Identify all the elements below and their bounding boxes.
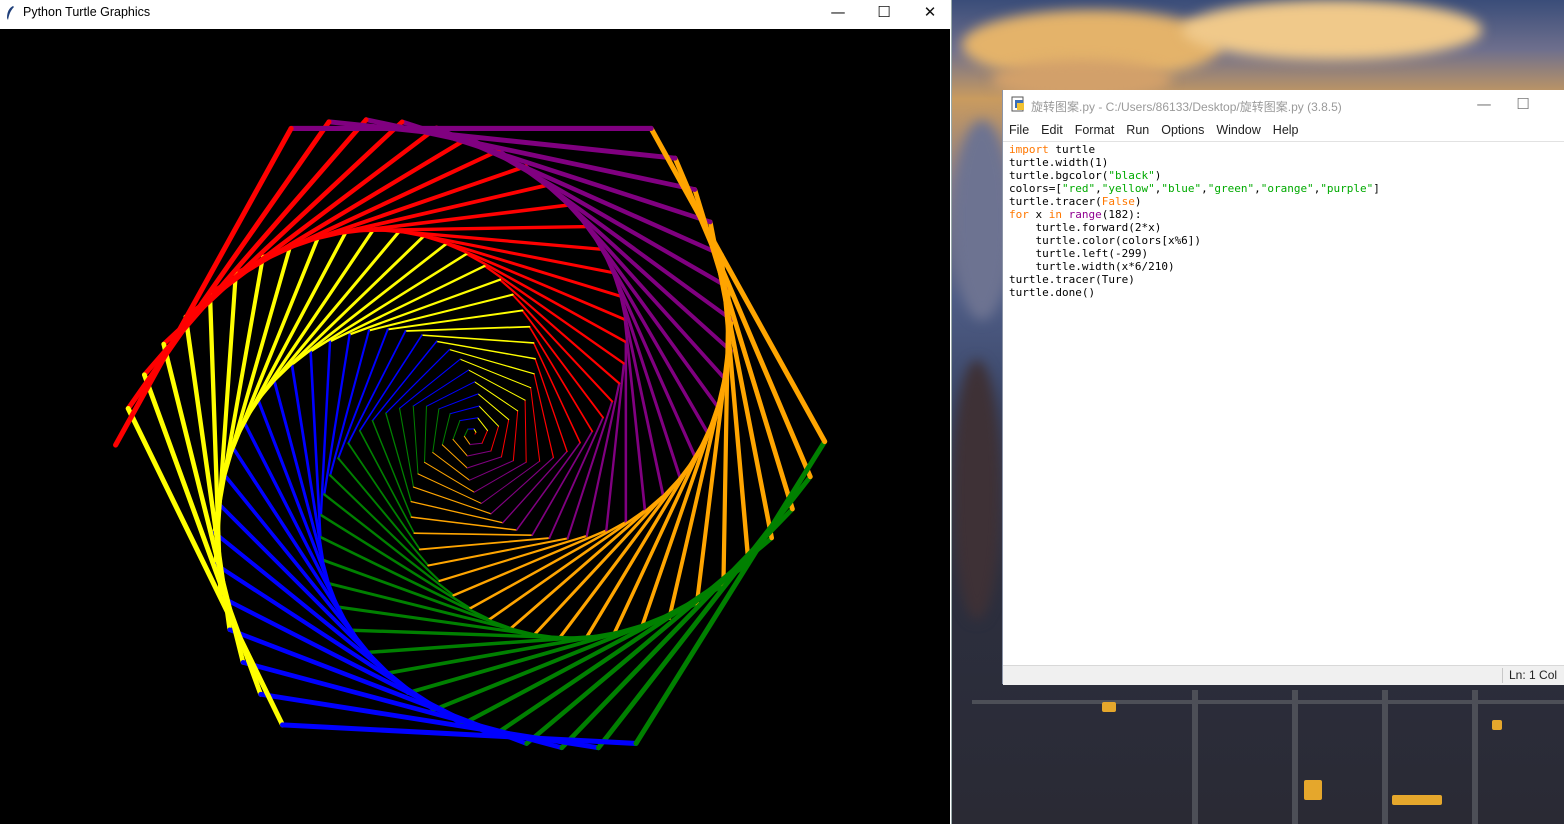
spiral-segment <box>444 242 627 321</box>
spiral-segment <box>619 294 665 498</box>
spiral-segment <box>468 460 514 481</box>
spiral-segment <box>399 358 461 409</box>
spiral-segment <box>463 428 469 437</box>
spiral-segment <box>533 373 555 459</box>
spiral-segment <box>425 381 476 407</box>
status-bar: Ln: 1 Col <box>1003 665 1564 685</box>
spiral-segment <box>449 405 480 415</box>
spiral-segment <box>290 242 448 366</box>
menu-options[interactable]: Options <box>1155 120 1210 140</box>
spiral-segment <box>323 493 455 597</box>
status-separator <box>1502 668 1503 683</box>
spiral-segment <box>424 405 427 463</box>
spiral-segment <box>512 410 519 462</box>
spiral-segment <box>463 435 471 446</box>
spiral-segment <box>633 439 828 746</box>
menu-format[interactable]: Format <box>1069 120 1121 140</box>
spiral-segment <box>272 234 426 383</box>
line-column-indicator: Ln: 1 Col <box>1509 668 1558 682</box>
spiral-segment <box>524 399 527 463</box>
turtle-titlebar[interactable]: Python Turtle Graphics — ☐ ✕ <box>0 0 951 28</box>
spiral-segment <box>359 334 423 432</box>
spiral-segment <box>528 325 594 433</box>
spiral-segment <box>532 476 682 637</box>
spiral-segment <box>487 509 647 621</box>
spiral-segment <box>418 537 551 551</box>
spiral-segment <box>459 417 479 422</box>
close-button[interactable]: ✕ <box>907 0 953 24</box>
idle-titlebar[interactable]: 旋转图案.py - C:/Users/86133/Desktop/旋转图案.py… <box>1003 90 1564 120</box>
spiral-segment <box>502 450 568 524</box>
spiral-segment <box>468 369 526 401</box>
spiral-segment <box>113 125 294 448</box>
spiral-segment <box>371 227 605 251</box>
spiral-segment <box>477 417 488 431</box>
spiral-segment <box>605 362 626 532</box>
spiral-segment <box>490 425 500 452</box>
menu-run[interactable]: Run <box>1120 120 1155 140</box>
spiral-segment <box>477 393 510 421</box>
python-feather-icon <box>7 6 14 20</box>
spiral-segment <box>530 387 541 462</box>
spiral-segment <box>399 407 415 488</box>
spiral-segment <box>521 309 604 419</box>
spiral-segment <box>441 413 451 446</box>
idle-file-icon <box>1011 96 1024 112</box>
spiral-segment <box>480 460 541 504</box>
menu-bar: File Edit Format Run Options Window Help <box>1003 120 1564 140</box>
spiral-segment <box>413 532 534 537</box>
spiral-segment <box>371 340 438 422</box>
spiral-segment <box>404 325 531 332</box>
menu-file[interactable]: File <box>1003 120 1035 140</box>
spiral-segment <box>623 318 647 512</box>
idle-editor-window: 旋转图案.py - C:/Users/86133/Desktop/旋转图案.py… <box>1002 90 1564 685</box>
menu-window[interactable]: Window <box>1210 120 1266 140</box>
turtle-canvas <box>0 29 950 824</box>
spiral-segment <box>466 450 492 457</box>
menu-edit[interactable]: Edit <box>1035 120 1069 140</box>
spiral-segment <box>397 229 616 275</box>
spiral-segment <box>441 444 468 469</box>
spiral-segment <box>448 348 535 375</box>
spiral-segment <box>424 461 475 493</box>
spiral-segment <box>469 442 483 446</box>
idle-maximize-button[interactable]: ☐ <box>1500 92 1546 116</box>
spiral-segment <box>432 452 470 481</box>
spiral-segment <box>329 329 371 477</box>
spiral-segment <box>438 393 479 410</box>
spiral-segment <box>481 429 488 444</box>
spiral-drawing <box>113 117 828 751</box>
spiral-segment <box>422 234 623 298</box>
idle-window-title: 旋转图案.py - C:/Users/86133/Desktop/旋转图案.py… <box>1031 100 1342 114</box>
spiral-segment <box>531 430 594 537</box>
spiral-segment <box>432 408 440 454</box>
spiral-segment <box>511 293 614 403</box>
spiral-segment <box>473 428 477 433</box>
code-editor[interactable]: import turtle turtle.width(1) turtle.bgc… <box>1003 141 1564 665</box>
spiral-segment <box>500 419 510 458</box>
spiral-segment <box>410 500 504 524</box>
spiral-segment <box>412 486 492 515</box>
source-code[interactable]: import turtle turtle.width(1) turtle.bgc… <box>1009 143 1380 299</box>
spiral-segment <box>466 456 502 469</box>
spiral-segment <box>648 125 828 445</box>
turtle-graphics-window: Python Turtle Graphics — ☐ ✕ <box>0 0 952 824</box>
menu-help[interactable]: Help <box>1267 120 1305 140</box>
spiral-segment <box>532 342 581 444</box>
minimize-button[interactable]: — <box>815 0 861 24</box>
spiral-segment <box>483 264 626 365</box>
spiral-segment <box>348 628 588 641</box>
spiral-segment <box>498 278 621 385</box>
spiral-segment <box>410 516 518 531</box>
spiral-segment <box>412 405 419 475</box>
spiral-segment <box>452 438 468 457</box>
spiral-segment <box>329 474 441 583</box>
spiral-segment <box>452 420 461 440</box>
maximize-button[interactable]: ☐ <box>861 0 907 24</box>
spiral-segment <box>347 330 407 445</box>
window-title: Python Turtle Graphics <box>23 5 151 19</box>
